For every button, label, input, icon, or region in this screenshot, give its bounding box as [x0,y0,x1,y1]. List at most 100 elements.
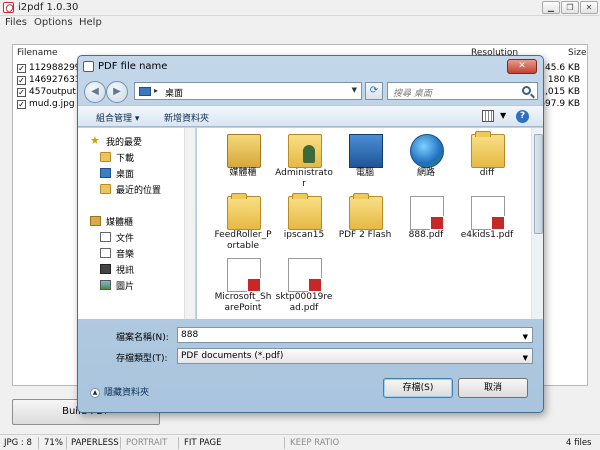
address-text[interactable]: 桌面 [165,86,183,99]
app-titlebar: i2pdf 1.0.30 ▁ ❐ ✕ [0,0,600,16]
file-checkbox[interactable]: ✓ [17,64,26,73]
file-checkbox[interactable]: ✓ [17,76,26,85]
filetype-value[interactable]: PDF documents (*.pdf) [181,351,283,361]
file-browser[interactable]: 媒體櫃 Administrator 電腦 網路 diff FeedRoller_… [197,128,531,319]
file-size: 697.9 KB [539,99,580,109]
pdf-icon [471,196,505,230]
pdf-icon [288,258,322,292]
video-icon [100,264,111,274]
file-tile[interactable]: Administrator [274,134,334,196]
column-header-filename[interactable]: Filename [17,48,58,58]
nav-scrollbar[interactable] [184,128,195,319]
desktop-icon [139,87,151,96]
filetype-select[interactable]: PDF documents (*.pdf) ▼ [177,348,533,364]
search-icon[interactable] [522,86,531,95]
address-bar[interactable]: ▸ 桌面 ▼ [134,82,362,100]
status-portrait[interactable]: PORTRAIT [126,438,167,448]
search-input[interactable]: 搜尋 桌面 [387,82,538,100]
menu-help[interactable]: Help [79,17,102,28]
folder-icon [349,193,383,230]
status-keep-ratio[interactable]: KEEP RATIO [290,438,339,448]
menu-files[interactable]: Files [5,17,27,28]
folder-icon [100,152,111,162]
file-tile[interactable]: 媒體櫃 [213,134,273,196]
star-icon: ★ [90,134,100,147]
close-window-button[interactable]: ✕ [580,1,598,14]
app-title: i2pdf 1.0.30 [18,2,79,13]
file-scrollbar[interactable] [531,128,543,319]
file-name: mud.g.jpg [29,99,75,109]
back-arrow-icon[interactable]: ◀ [84,81,106,103]
status-file-count: 4 files [566,438,592,448]
save-dialog: PDF file name ✕ ◀ ▶ ▸ 桌面 ▼ ⟳ 搜尋 桌面 組合管理 … [77,55,544,413]
forward-arrow-icon[interactable]: ▶ [106,81,128,103]
pdf-app-icon [83,61,94,72]
new-folder-button[interactable]: 新增資料夾 [164,111,209,124]
dialog-title: PDF file name [98,61,168,72]
network-icon [410,134,444,168]
organize-button[interactable]: 組合管理 ▾ [96,111,139,124]
hide-folders-toggle[interactable]: ▲ 隱藏資料夾 [90,385,149,398]
file-tile[interactable]: diff [457,131,517,196]
library-icon [90,216,101,226]
maximize-button[interactable]: ❐ [561,1,579,14]
filetype-label: 存檔類型(T): [116,354,168,364]
file-tile[interactable]: FeedRoller_Portable [213,193,273,258]
file-tile[interactable]: 電腦 [335,134,395,196]
music-icon [100,248,111,258]
nav-item-libraries[interactable]: 媒體櫃 [90,214,194,228]
file-tile[interactable]: 888.pdf [396,196,456,258]
chevron-down-icon[interactable]: ▼ [523,330,528,344]
cancel-button[interactable]: 取消 [458,378,528,398]
file-tile[interactable]: PDF 2 Flash [335,193,395,258]
breadcrumb-separator-icon: ▸ [154,86,159,95]
navigation-pane[interactable]: ★ 我的最愛 下載 桌面 最近的位置 媒體櫃 文件 音樂 視訊 圖片 [78,128,196,319]
menubar: Files Options Help [0,16,600,30]
file-tile[interactable]: 網路 [396,134,456,196]
chevron-up-icon: ▲ [90,387,100,398]
view-mode-icon[interactable] [482,110,494,122]
file-tile[interactable]: Microsoft_SharePoint [213,258,273,319]
minimize-button[interactable]: ▁ [542,1,560,14]
app-logo-icon [3,2,14,13]
chevron-down-icon[interactable]: ▼ [500,111,506,120]
filename-label: 檔案名稱(N): [116,333,169,343]
search-placeholder: 搜尋 桌面 [393,89,432,99]
chevron-down-icon[interactable]: ▼ [352,86,357,94]
folder-icon [471,131,505,168]
refresh-icon[interactable]: ⟳ [365,82,383,100]
status-paperless[interactable]: PAPERLESS [71,438,119,448]
picture-icon [100,280,111,290]
column-header-size[interactable]: Size [568,48,586,58]
file-tile[interactable]: ipscan15 [274,193,334,258]
folder-icon [288,193,322,230]
folder-icon [227,193,261,230]
status-zoom[interactable]: 71% [44,438,63,448]
user-folder-icon [288,134,322,168]
recent-places-icon [100,184,111,194]
status-jpg-count: JPG : 8 [4,438,32,448]
chevron-down-icon[interactable]: ▼ [523,351,528,365]
pdf-icon [227,258,261,292]
dialog-close-button[interactable]: ✕ [507,59,537,74]
scrollbar-thumb[interactable] [534,134,543,234]
file-checkbox[interactable]: ✓ [17,88,26,97]
file-size: 1,015 KB [539,87,580,97]
dialog-toolbar: 組合管理 ▾ 新增資料夾 ▼ ? [78,105,543,127]
filename-input[interactable]: 888 ▼ [177,327,533,343]
file-size: 245.6 KB [539,63,580,73]
file-size: 180 KB [547,75,580,85]
nav-item-favorites[interactable]: ★ 我的最愛 [90,134,194,148]
menu-options[interactable]: Options [34,17,73,28]
save-button[interactable]: 存檔(S) [383,378,453,398]
computer-icon [349,134,383,168]
file-tile[interactable]: sktp00019read.pdf [274,258,334,319]
filename-value[interactable]: 888 [181,330,198,340]
status-fit-page[interactable]: FIT PAGE [184,438,222,448]
pdf-icon [410,196,444,230]
library-icon [227,134,261,168]
status-bar: JPG : 8 71% PAPERLESS PORTRAIT FIT PAGE … [0,434,600,450]
help-icon[interactable]: ? [516,110,529,123]
file-checkbox[interactable]: ✓ [17,100,26,109]
file-tile[interactable]: e4kids1.pdf [457,196,517,258]
